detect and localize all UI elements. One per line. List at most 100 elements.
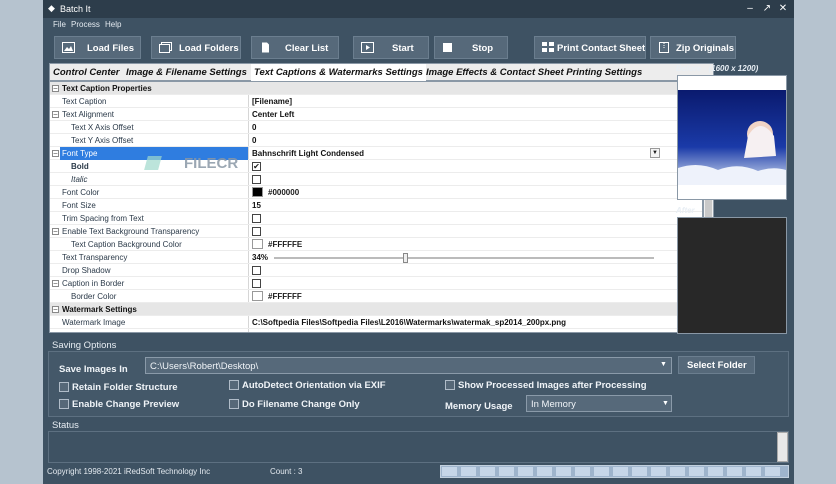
grid-property-row[interactable]: Watermark Alignment Center Middle <box>50 329 702 332</box>
property-value[interactable]: 0 <box>252 123 256 132</box>
property-value[interactable]: Center Left <box>252 110 294 119</box>
settings-tabs: Control Center Image & Filename Settings… <box>49 63 714 81</box>
grid-property-row[interactable]: Drop Shadow <box>50 264 702 277</box>
transparency-slider[interactable] <box>274 253 654 263</box>
images-icon <box>159 42 172 53</box>
property-value[interactable]: C:\Softpedia Files\Softpedia Files\L2016… <box>252 318 566 327</box>
save-path-dropdown-icon[interactable]: ▼ <box>660 361 667 368</box>
grid-property-row[interactable]: Font Size 15 <box>50 199 702 212</box>
filename-change-only-checkbox[interactable] <box>229 399 239 409</box>
grid-category-row[interactable]: – Watermark Settings <box>50 303 702 316</box>
clear-list-button[interactable]: Clear List <box>251 36 339 59</box>
memory-dropdown-icon[interactable]: ▼ <box>662 400 669 407</box>
grid-property-row[interactable]: – Caption in Border <box>50 277 702 290</box>
start-button[interactable]: Start <box>353 36 429 59</box>
tab-control-center[interactable]: Control Center <box>53 67 120 78</box>
filecr-logo-text: FILECR <box>184 155 239 172</box>
property-checkbox[interactable]: ✔ <box>252 162 261 171</box>
show-processed-images-label: Show Processed Images after Processing <box>458 380 647 391</box>
status-scrollbar[interactable] <box>777 432 788 462</box>
menu-process[interactable]: Process <box>71 20 100 29</box>
enable-change-preview-label: Enable Change Preview <box>72 399 180 410</box>
save-path-combobox[interactable]: C:\Users\Robert\Desktop\ <box>145 357 672 374</box>
property-name: Font Size <box>62 201 96 210</box>
retain-folder-structure-checkbox[interactable] <box>59 382 69 392</box>
property-name: Watermark Alignment <box>62 331 138 332</box>
property-value[interactable]: [Filename] <box>252 97 292 106</box>
tab-text-captions-watermarks[interactable]: Text Captions & Watermarks Settings <box>251 64 426 81</box>
stop-button[interactable]: Stop <box>434 36 508 59</box>
stop-icon <box>443 43 452 52</box>
progress-segment <box>613 467 630 476</box>
collapse-icon[interactable]: – <box>52 280 59 287</box>
transparency-value: 34% <box>252 253 269 262</box>
load-files-button[interactable]: Load Files <box>54 36 141 59</box>
property-checkbox[interactable] <box>252 214 261 223</box>
autodetect-orientation-checkbox[interactable] <box>229 380 239 390</box>
zip-originals-button[interactable]: Zip Originals <box>650 36 736 59</box>
menu-help[interactable]: Help <box>105 20 121 29</box>
property-value[interactable]: 0 <box>252 136 256 145</box>
property-name: Font Color <box>62 188 100 197</box>
property-value[interactable]: 15 <box>252 201 261 210</box>
slider-handle[interactable] <box>403 253 409 263</box>
enable-change-preview-checkbox[interactable] <box>59 399 69 409</box>
select-folder-button[interactable]: Select Folder <box>678 356 755 374</box>
property-checkbox[interactable] <box>252 227 261 236</box>
property-value[interactable]: Center Middle <box>252 331 305 332</box>
grid-icon <box>542 42 554 52</box>
property-name: Text Caption Background Color <box>71 240 182 249</box>
clear-list-label: Clear List <box>285 43 329 54</box>
grid-property-row[interactable]: Text Y Axis Offset 0 <box>50 134 702 147</box>
tab-image-filename-settings[interactable]: Image & Filename Settings <box>126 67 247 78</box>
progress-segment <box>727 467 744 476</box>
print-contact-sheet-button[interactable]: Print Contact Sheet <box>534 36 646 59</box>
grid-property-row[interactable]: – Text Alignment Center Left <box>50 108 702 121</box>
collapse-icon[interactable]: – <box>52 111 59 118</box>
grid-property-row[interactable]: Text X Axis Offset 0 <box>50 121 702 134</box>
collapse-icon[interactable]: – <box>52 228 59 235</box>
maximize-icon[interactable]: ↗ <box>760 2 774 16</box>
property-checkbox[interactable] <box>252 279 261 288</box>
collapse-icon[interactable]: – <box>52 306 59 313</box>
grid-property-row[interactable]: – Enable Text Background Transparency <box>50 225 702 238</box>
load-folders-button[interactable]: Load Folders <box>151 36 241 59</box>
grid-property-row[interactable]: Font Color #000000 <box>50 186 702 199</box>
property-value[interactable]: Bahnschrift Light Condensed <box>252 149 364 158</box>
memory-usage-label: Memory Usage <box>445 401 513 412</box>
tab-image-effects-contact-sheet[interactable]: Image Effects & Contact Sheet Printing S… <box>426 67 642 78</box>
collapse-icon[interactable]: – <box>52 150 59 157</box>
grid-property-row[interactable]: Text Caption [Filename] <box>50 95 702 108</box>
window-title: Batch It <box>60 4 91 14</box>
property-checkbox[interactable] <box>252 175 261 184</box>
grid-property-row[interactable]: Watermark Image C:\Softpedia Files\Softpe… <box>50 316 702 329</box>
app-icon: ◆ <box>48 3 55 13</box>
property-name: Caption in Border <box>62 279 125 288</box>
color-swatch[interactable] <box>252 239 263 249</box>
color-swatch[interactable] <box>252 291 263 301</box>
grid-property-row[interactable]: Text Caption Background Color #FFFFFE <box>50 238 702 251</box>
color-value: #FFFFFF <box>268 292 302 301</box>
grid-property-row[interactable]: Text Transparency 34% <box>50 251 702 264</box>
color-swatch[interactable] <box>252 187 263 197</box>
progress-segment <box>499 467 516 476</box>
menu-bar: File Process Help <box>43 18 794 32</box>
close-icon[interactable]: ✕ <box>776 2 790 16</box>
copyright-text: Copyright 1998-2021 iRedSoft Technology … <box>47 467 211 476</box>
show-processed-images-checkbox[interactable] <box>445 380 455 390</box>
status-panel <box>48 431 789 463</box>
property-checkbox[interactable] <box>252 266 261 275</box>
print-contact-sheet-label: Print Contact Sheet <box>557 43 646 54</box>
grid-category-row[interactable]: – Text Caption Properties <box>50 82 702 95</box>
minimize-icon[interactable]: – <box>743 2 757 16</box>
memory-usage-select[interactable]: In Memory <box>526 395 672 412</box>
grid-property-row[interactable]: Border Color #FFFFFF <box>50 290 702 303</box>
menu-file[interactable]: File <box>53 20 66 29</box>
grid-property-row[interactable]: Trim Spacing from Text <box>50 212 702 225</box>
progress-segment <box>480 467 497 476</box>
progress-segment <box>708 467 725 476</box>
color-value: #FFFFFE <box>268 240 303 249</box>
collapse-icon[interactable]: – <box>52 85 59 92</box>
font-dropdown-icon[interactable]: ▼ <box>650 148 660 158</box>
property-name: Italic <box>71 175 88 184</box>
